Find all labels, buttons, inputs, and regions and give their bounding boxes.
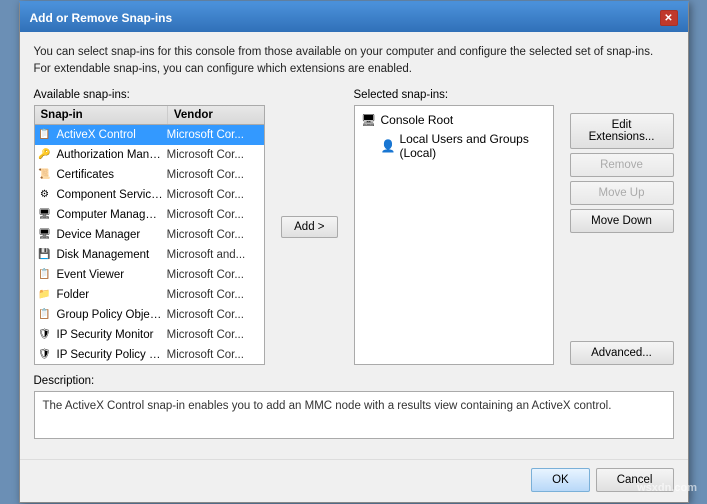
tree-item-label: Console Root (381, 113, 454, 127)
action-buttons: Edit Extensions... Remove Move Up Move D… (564, 89, 674, 365)
row-vendor: Microsoft Cor... (165, 128, 265, 142)
move-down-button[interactable]: Move Down (570, 209, 674, 233)
row-icon: 💾 (35, 249, 55, 260)
row-icon: 🔑 (35, 149, 55, 160)
add-button[interactable]: Add > (281, 216, 337, 238)
description-box: The ActiveX Control snap-in enables you … (34, 391, 674, 439)
description-section: Description: The ActiveX Control snap-in… (34, 375, 674, 439)
row-icon: 📋 (35, 129, 55, 140)
close-button[interactable]: ✕ (660, 10, 678, 26)
table-row[interactable]: 🖥 Device Manager Microsoft Cor... (35, 225, 265, 245)
header-vendor: Vendor (168, 106, 264, 124)
remove-button[interactable]: Remove (570, 153, 674, 177)
table-row[interactable]: 🔑 Authorization Manager Microsoft Cor... (35, 145, 265, 165)
row-icon: 🖥 (35, 209, 55, 220)
row-vendor: Microsoft Cor... (165, 168, 265, 182)
row-icon: ⚙ (35, 189, 55, 200)
description-label: Description: (34, 375, 674, 387)
row-vendor: Microsoft and... (165, 248, 265, 262)
row-icon: 🛡 (35, 329, 55, 340)
table-row[interactable]: 📁 Folder Microsoft Cor... (35, 285, 265, 305)
dialog-body: You can select snap-ins for this console… (20, 32, 688, 450)
row-name: Computer Managem... (55, 208, 165, 222)
table-row[interactable]: 🛡 IP Security Monitor Microsoft Cor... (35, 325, 265, 345)
row-vendor: Microsoft Cor... (165, 228, 265, 242)
row-icon: 🛡 (35, 349, 55, 360)
tree-item-label: Local Users and Groups (Local) (399, 132, 546, 160)
row-vendor: Microsoft Cor... (165, 148, 265, 162)
selected-label: Selected snap-ins: (354, 89, 554, 101)
row-name: Disk Management (55, 248, 165, 262)
title-bar: Add or Remove Snap-ins ✕ (20, 4, 688, 32)
intro-text: You can select snap-ins for this console… (34, 44, 674, 76)
snap-in-table-wrapper: Snap-in Vendor 📋 ActiveX Control Microso… (34, 105, 266, 365)
header-snapin: Snap-in (35, 106, 168, 124)
row-icon: 🖥 (35, 229, 55, 240)
row-name: Folder (55, 288, 165, 302)
main-panels: Available snap-ins: Snap-in Vendor 📋 Act… (34, 89, 674, 365)
table-row[interactable]: 🖥 Computer Managem... Microsoft Cor... (35, 205, 265, 225)
row-icon: 📁 (35, 289, 55, 300)
row-name: IP Security Policy M... (55, 348, 165, 362)
tree-item[interactable]: 🖥 Console Root (359, 110, 549, 130)
row-name: Certificates (55, 168, 165, 182)
advanced-button[interactable]: Advanced... (570, 341, 674, 365)
row-icon: 📋 (35, 309, 55, 320)
table-header: Snap-in Vendor (35, 106, 265, 125)
row-name: ActiveX Control (55, 128, 165, 142)
row-name: IP Security Monitor (55, 328, 165, 342)
dialog: Add or Remove Snap-ins ✕ You can select … (19, 1, 689, 502)
right-panel: Selected snap-ins: 🖥 Console Root 👤 Loca… (354, 89, 554, 365)
table-row[interactable]: 📋 Group Policy Object ... Microsoft Cor.… (35, 305, 265, 325)
row-icon: 📋 (35, 269, 55, 280)
row-vendor: Microsoft Cor... (165, 288, 265, 302)
snap-in-table[interactable]: Snap-in Vendor 📋 ActiveX Control Microso… (35, 106, 265, 364)
tree-icon: 👤 (381, 138, 396, 154)
table-row[interactable]: 💾 Disk Management Microsoft and... (35, 245, 265, 265)
move-up-button[interactable]: Move Up (570, 181, 674, 205)
snap-in-rows: 📋 ActiveX Control Microsoft Cor... 🔑 Aut… (35, 125, 265, 364)
dialog-title: Add or Remove Snap-ins (30, 11, 173, 25)
row-vendor: Microsoft Cor... (165, 348, 265, 362)
edit-extensions-button[interactable]: Edit Extensions... (570, 113, 674, 149)
ok-button[interactable]: OK (531, 468, 590, 492)
table-row[interactable]: 📜 Certificates Microsoft Cor... (35, 165, 265, 185)
row-vendor: Microsoft Cor... (165, 188, 265, 202)
selected-tree: 🖥 Console Root 👤 Local Users and Groups … (354, 105, 554, 365)
table-row[interactable]: 🛡 IP Security Policy M... Microsoft Cor.… (35, 345, 265, 364)
row-vendor: Microsoft Cor... (165, 268, 265, 282)
row-vendor: Microsoft Cor... (165, 308, 265, 322)
row-name: Authorization Manager (55, 148, 165, 162)
table-row[interactable]: 📋 Event Viewer Microsoft Cor... (35, 265, 265, 285)
available-label: Available snap-ins: (34, 89, 266, 101)
table-row[interactable]: ⚙ Component Services Microsoft Cor... (35, 185, 265, 205)
row-vendor: Microsoft Cor... (165, 208, 265, 222)
tree-icon: 🖥 (361, 112, 377, 128)
row-name: Device Manager (55, 228, 165, 242)
tree-item[interactable]: 👤 Local Users and Groups (Local) (379, 130, 549, 162)
row-icon: 📜 (35, 169, 55, 180)
row-vendor: Microsoft Cor... (165, 328, 265, 342)
table-row[interactable]: 📋 ActiveX Control Microsoft Cor... (35, 125, 265, 145)
row-name: Component Services (55, 188, 165, 202)
middle-panel: Add > (275, 89, 343, 365)
left-panel: Available snap-ins: Snap-in Vendor 📋 Act… (34, 89, 266, 365)
row-name: Group Policy Object ... (55, 308, 165, 322)
watermark: wsxdn.com (637, 482, 697, 494)
dialog-footer: OK Cancel (20, 459, 688, 502)
row-name: Event Viewer (55, 268, 165, 282)
